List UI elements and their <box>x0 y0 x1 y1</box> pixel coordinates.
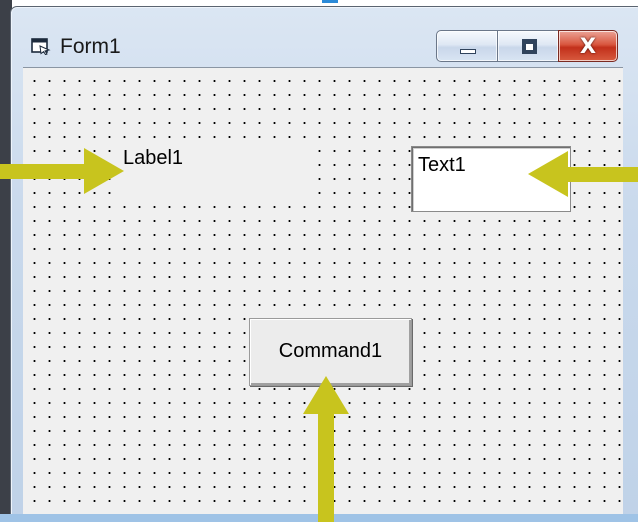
arrow-to-label <box>0 148 124 194</box>
arrow-to-textbox <box>528 151 638 197</box>
screenshot-stage: Form1 X Label1 Text1 Command1 <box>0 0 638 522</box>
annotation-arrows <box>0 148 638 522</box>
arrow-to-command-button <box>303 376 349 522</box>
